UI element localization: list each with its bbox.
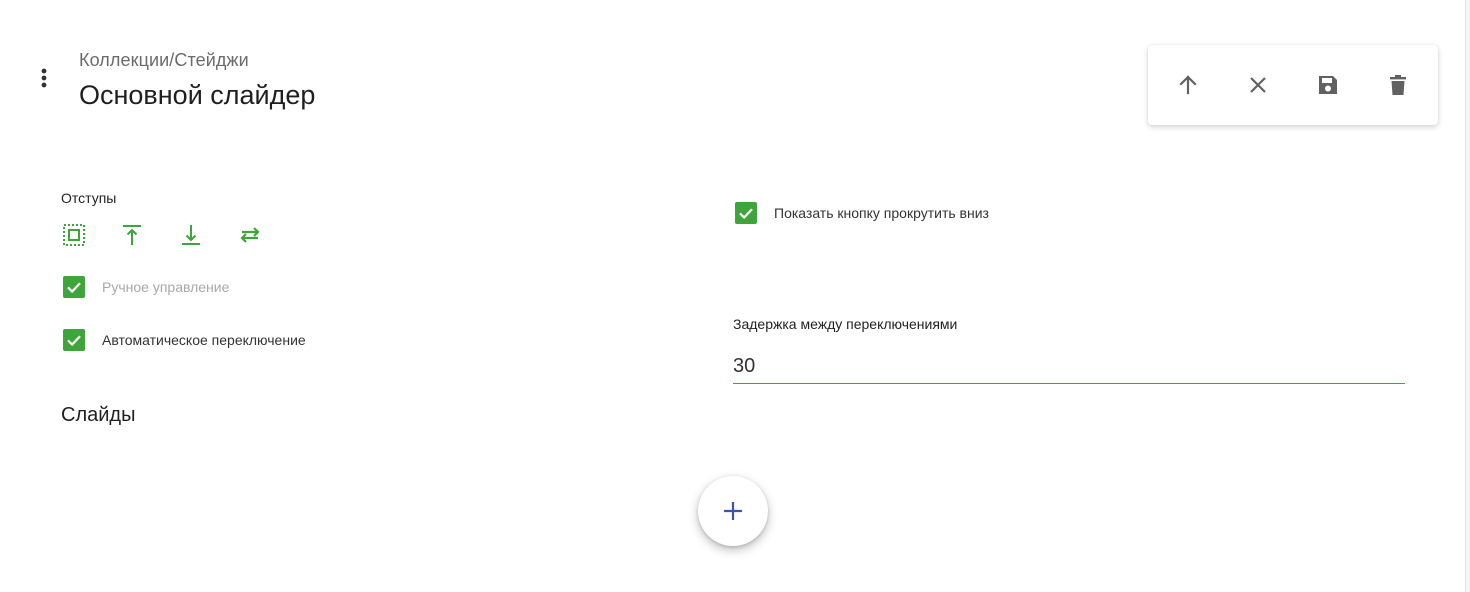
checkbox-box[interactable]	[735, 202, 757, 224]
action-toolbar	[1148, 45, 1438, 125]
manual-control-label: Ручное управление	[102, 279, 230, 295]
delay-label: Задержка между переключениями	[733, 316, 958, 332]
more-menu-button[interactable]	[30, 64, 58, 92]
delay-input[interactable]	[733, 350, 1405, 384]
spacing-label: Отступы	[61, 190, 117, 206]
close-button[interactable]	[1240, 67, 1276, 103]
plus-icon	[724, 502, 742, 520]
auto-switch-label: Автоматическое переключение	[102, 332, 306, 348]
show-scroll-down-label: Показать кнопку прокрутить вниз	[774, 205, 989, 221]
check-icon	[739, 208, 753, 220]
check-icon	[67, 335, 81, 347]
check-icon	[67, 282, 81, 294]
move-up-button[interactable]	[1170, 67, 1206, 103]
padding-bottom-icon	[182, 225, 200, 245]
arrow-up-icon	[1179, 75, 1197, 95]
delete-button[interactable]	[1380, 67, 1416, 103]
padding-horizontal-button[interactable]	[237, 222, 263, 248]
close-icon	[1250, 77, 1266, 93]
padding-top-button[interactable]	[119, 222, 145, 248]
editor-card: Коллекции/Стейджи Основной слайдер Отсту…	[0, 0, 1466, 592]
page-title: Основной слайдер	[79, 80, 316, 110]
checkbox-box[interactable]	[63, 276, 85, 298]
padding-all-button[interactable]	[61, 222, 87, 248]
padding-bottom-button[interactable]	[178, 222, 204, 248]
more-vert-icon	[41, 68, 47, 88]
save-button[interactable]	[1310, 67, 1346, 103]
manual-control-checkbox[interactable]: Ручное управление	[63, 276, 229, 298]
checkbox-box[interactable]	[63, 329, 85, 351]
spacing-controls	[61, 222, 281, 250]
auto-switch-checkbox[interactable]: Автоматическое переключение	[63, 329, 306, 351]
add-slide-button[interactable]	[698, 476, 768, 546]
delete-icon	[1390, 75, 1406, 95]
breadcrumb[interactable]: Коллекции/Стейджи	[79, 50, 249, 71]
padding-all-icon	[63, 224, 85, 246]
show-scroll-down-checkbox[interactable]: Показать кнопку прокрутить вниз	[735, 202, 989, 224]
save-icon	[1319, 76, 1337, 94]
padding-horizontal-icon	[240, 227, 260, 243]
padding-top-icon	[123, 225, 141, 245]
slides-heading: Слайды	[61, 404, 136, 426]
